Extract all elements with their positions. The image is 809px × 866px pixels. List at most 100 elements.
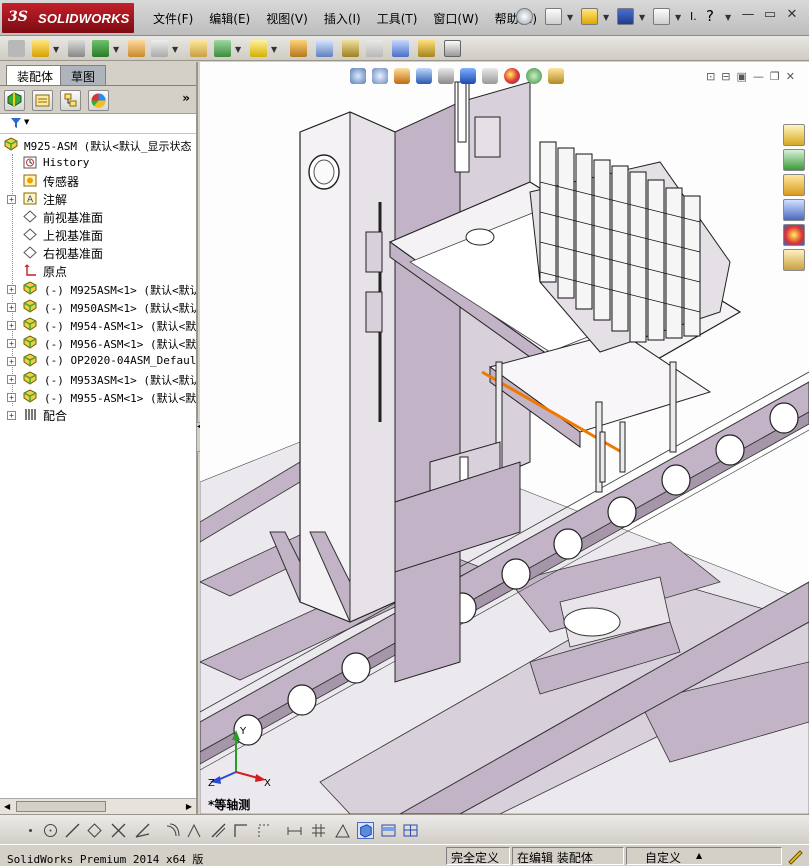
search-toolbar-label[interactable]: I. [690, 10, 697, 23]
viewport-layout-icon[interactable]: ▣ [737, 70, 747, 83]
polygon-icon[interactable] [86, 822, 103, 839]
tree-item-front-plane[interactable]: 前视基准面 [0, 208, 196, 226]
property-manager-icon[interactable] [32, 90, 53, 111]
status-units-custom[interactable]: 自定义 [626, 847, 782, 865]
display-manager-icon[interactable] [88, 90, 109, 111]
view-layout-icon[interactable] [380, 822, 397, 839]
tab-assembly[interactable]: 装配体 [6, 65, 65, 85]
scroll-left-icon[interactable]: ◀ [4, 802, 10, 811]
expand-panel-icon[interactable]: » [182, 91, 190, 105]
tree-item-component[interactable]: + (-) M955-ASM<1> (默认<默认 [0, 388, 196, 406]
split-vertical-icon[interactable]: ⊡ [706, 70, 715, 83]
display-style-icon[interactable] [460, 68, 476, 84]
bill-of-materials-icon[interactable] [290, 40, 307, 57]
view-settings-icon[interactable] [548, 68, 564, 84]
expand-toggle-icon[interactable]: + [7, 303, 16, 312]
offset-icon[interactable] [164, 822, 181, 839]
expand-toggle-icon[interactable]: + [7, 393, 16, 402]
tree-item-origin[interactable]: 原点 [0, 262, 196, 280]
tree-item-right-plane[interactable]: 右视基准面 [0, 244, 196, 262]
menu-edit[interactable]: 编辑(E) [201, 10, 258, 27]
appearances-icon[interactable] [783, 224, 805, 246]
apply-scene-icon[interactable] [526, 68, 542, 84]
trim-icon[interactable] [110, 822, 127, 839]
tree-item-component[interactable]: + (-) M956-ASM<1> (默认<默认 [0, 334, 196, 352]
tree-item-component[interactable]: + (-) OP2020-04ASM_Default< [0, 352, 196, 370]
tree-item-top-plane[interactable]: 上视基准面 [0, 226, 196, 244]
circle-icon[interactable] [42, 822, 59, 839]
scroll-thumb[interactable] [16, 801, 106, 812]
solidworks-logo[interactable]: 3S SOLIDWORKS [2, 3, 134, 33]
help-icon[interactable]: ? [706, 7, 714, 25]
mirror-icon[interactable] [186, 822, 203, 839]
open-dropdown-icon[interactable]: ▼ [603, 13, 609, 22]
units-dropdown-icon[interactable]: ▲ [696, 851, 702, 860]
new-document-icon[interactable] [545, 8, 562, 25]
explode-line-sketch-icon[interactable] [342, 40, 359, 57]
configuration-manager-icon[interactable] [60, 90, 81, 111]
tree-item-root-assembly[interactable]: M925-ASM (默认<默认_显示状态 [0, 136, 196, 154]
new-dropdown-icon[interactable]: ▼ [567, 13, 573, 22]
dimension-icon[interactable] [286, 822, 303, 839]
previous-view-icon[interactable] [394, 68, 410, 84]
scroll-right-icon[interactable]: ▶ [186, 802, 192, 811]
tree-item-component[interactable]: + (-) M954-ASM<1> (默认<默认 [0, 316, 196, 334]
expand-toggle-icon[interactable]: + [7, 339, 16, 348]
open-folder-icon[interactable] [581, 8, 598, 25]
rebuild-tooltip-icon[interactable] [786, 848, 803, 865]
sketch-fillet-icon[interactable] [210, 822, 227, 839]
hole-alignment-icon[interactable] [418, 40, 435, 57]
save-icon[interactable] [617, 8, 634, 25]
tree-item-mates[interactable]: + 配合 [0, 406, 196, 424]
hide-show-items-icon[interactable] [482, 68, 498, 84]
pattern-icon[interactable] [92, 40, 109, 57]
expand-toggle-icon[interactable]: + [7, 195, 16, 204]
view-orientation-icon[interactable] [438, 68, 454, 84]
menu-view[interactable]: 视图(V) [258, 10, 316, 27]
viewport-close-icon[interactable]: ✕ [786, 70, 795, 83]
menu-window[interactable]: 窗口(W) [425, 10, 486, 27]
pattern-dropdown-icon[interactable]: ▼ [113, 45, 119, 54]
extend-icon[interactable] [134, 822, 151, 839]
tree-item-component[interactable]: + (-) M953ASM<1> (默认<默认_ [0, 370, 196, 388]
print-icon[interactable] [653, 8, 670, 25]
reference-geometry-icon[interactable] [214, 40, 231, 57]
solidworks-resources-icon[interactable] [783, 124, 805, 146]
component-dropdown-icon[interactable]: ▼ [53, 45, 59, 54]
tab-sketch[interactable]: 草图 [60, 65, 107, 85]
grid-icon[interactable] [310, 822, 327, 839]
help-dropdown-icon[interactable]: ▼ [725, 13, 731, 22]
split-horizontal-icon[interactable]: ⊟ [721, 70, 730, 83]
edit-appearance-icon[interactable] [504, 68, 520, 84]
pin-icon[interactable] [516, 8, 533, 25]
new-part-icon[interactable] [32, 40, 49, 57]
close-icon[interactable]: ✕ [784, 8, 800, 24]
feature-manager-icon[interactable] [4, 90, 25, 111]
print-dropdown-icon[interactable]: ▼ [675, 13, 681, 22]
new-motion-study-icon[interactable] [250, 40, 267, 57]
view-palette-icon[interactable] [783, 199, 805, 221]
construction-geometry-icon[interactable] [256, 822, 273, 839]
tree-item-component[interactable]: + (-) M950ASM<1> (默认<默认_ [0, 298, 196, 316]
instant3d-icon[interactable] [444, 40, 461, 57]
expand-toggle-icon[interactable]: + [7, 321, 16, 330]
line-icon[interactable] [64, 822, 81, 839]
expand-toggle-icon[interactable]: + [7, 375, 16, 384]
tree-item-sensors[interactable]: 传感器 [0, 172, 196, 190]
assembly-features-icon[interactable] [190, 40, 207, 57]
file-explorer-icon[interactable] [783, 174, 805, 196]
point-icon[interactable] [22, 822, 39, 839]
show-hidden-icon[interactable] [151, 40, 168, 57]
move-component-icon[interactable] [128, 40, 145, 57]
insert-component-icon[interactable] [8, 40, 25, 57]
zoom-to-fit-icon[interactable] [350, 68, 366, 84]
tree-item-component[interactable]: + (-) M925ASM<1> (默认<默认_ [0, 280, 196, 298]
panel-horizontal-scrollbar[interactable]: ◀ ▶ [0, 798, 196, 814]
menu-insert[interactable]: 插入(I) [316, 10, 369, 27]
graphics-area[interactable]: ⊡ ⊟ ▣ — ❐ ✕ Y X Z *等轴测 [200, 62, 809, 814]
section-view-icon[interactable] [416, 68, 432, 84]
exploded-view-icon[interactable] [316, 40, 333, 57]
minimize-icon[interactable]: — [740, 8, 756, 24]
tree-item-history[interactable]: History [0, 154, 196, 172]
angle-icon[interactable] [334, 822, 351, 839]
